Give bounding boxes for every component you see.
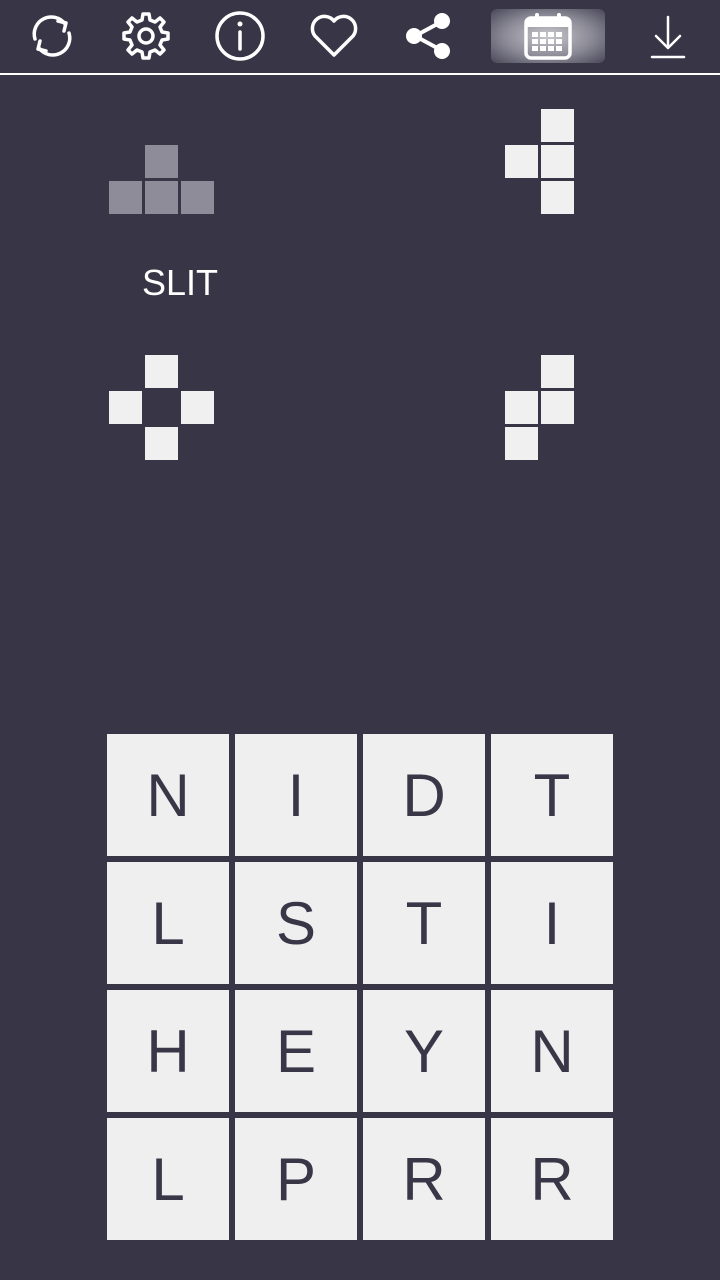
letter-tile[interactable]: H [107,990,229,1112]
heart-icon [310,14,358,57]
letter-tile[interactable]: S [235,862,357,984]
share-icon [406,13,450,59]
favorite-button[interactable] [306,8,362,64]
toolbar [0,0,720,75]
settings-button[interactable] [118,8,174,64]
share-button[interactable] [400,8,456,64]
download-button[interactable] [640,8,696,64]
letter-tile[interactable]: I [491,862,613,984]
letter-tile[interactable]: I [235,734,357,856]
refresh-button[interactable] [24,8,80,64]
refresh-icon [32,15,72,57]
piece-cell [145,427,178,460]
piece-cell [145,355,178,388]
daily-puzzle-button[interactable] [491,9,605,63]
piece-cell [145,145,178,178]
letter-tile[interactable]: T [363,862,485,984]
letter-tile[interactable]: R [491,1118,613,1240]
letter-tile[interactable]: L [107,862,229,984]
calendar-icon [524,13,572,60]
letter-tile[interactable]: T [491,734,613,856]
download-icon [650,15,686,59]
letter-tile[interactable]: Y [363,990,485,1112]
letter-tile[interactable]: P [235,1118,357,1240]
letter-tile[interactable]: E [235,990,357,1112]
piece-cell [109,391,142,424]
piece-cell [109,181,142,214]
piece-cell [505,145,538,178]
piece-cell [541,145,574,178]
piece-cell [181,391,214,424]
letter-tile[interactable]: R [363,1118,485,1240]
found-word: SLIT [142,262,219,303]
letter-board: NIDTLSTIHEYNLPRR [107,734,613,1240]
piece-cell [145,181,178,214]
info-button[interactable] [212,8,268,64]
gear-icon [122,12,170,60]
piece-cell [505,427,538,460]
letter-tile[interactable]: L [107,1118,229,1240]
piece-cell [181,181,214,214]
piece-cell [505,391,538,424]
piece-cell [541,355,574,388]
letter-tile[interactable]: N [491,990,613,1112]
piece-cell [541,391,574,424]
piece-cell [541,181,574,214]
letter-tile[interactable]: N [107,734,229,856]
info-icon [215,11,265,61]
letter-tile[interactable]: D [363,734,485,856]
piece-cell [541,109,574,142]
